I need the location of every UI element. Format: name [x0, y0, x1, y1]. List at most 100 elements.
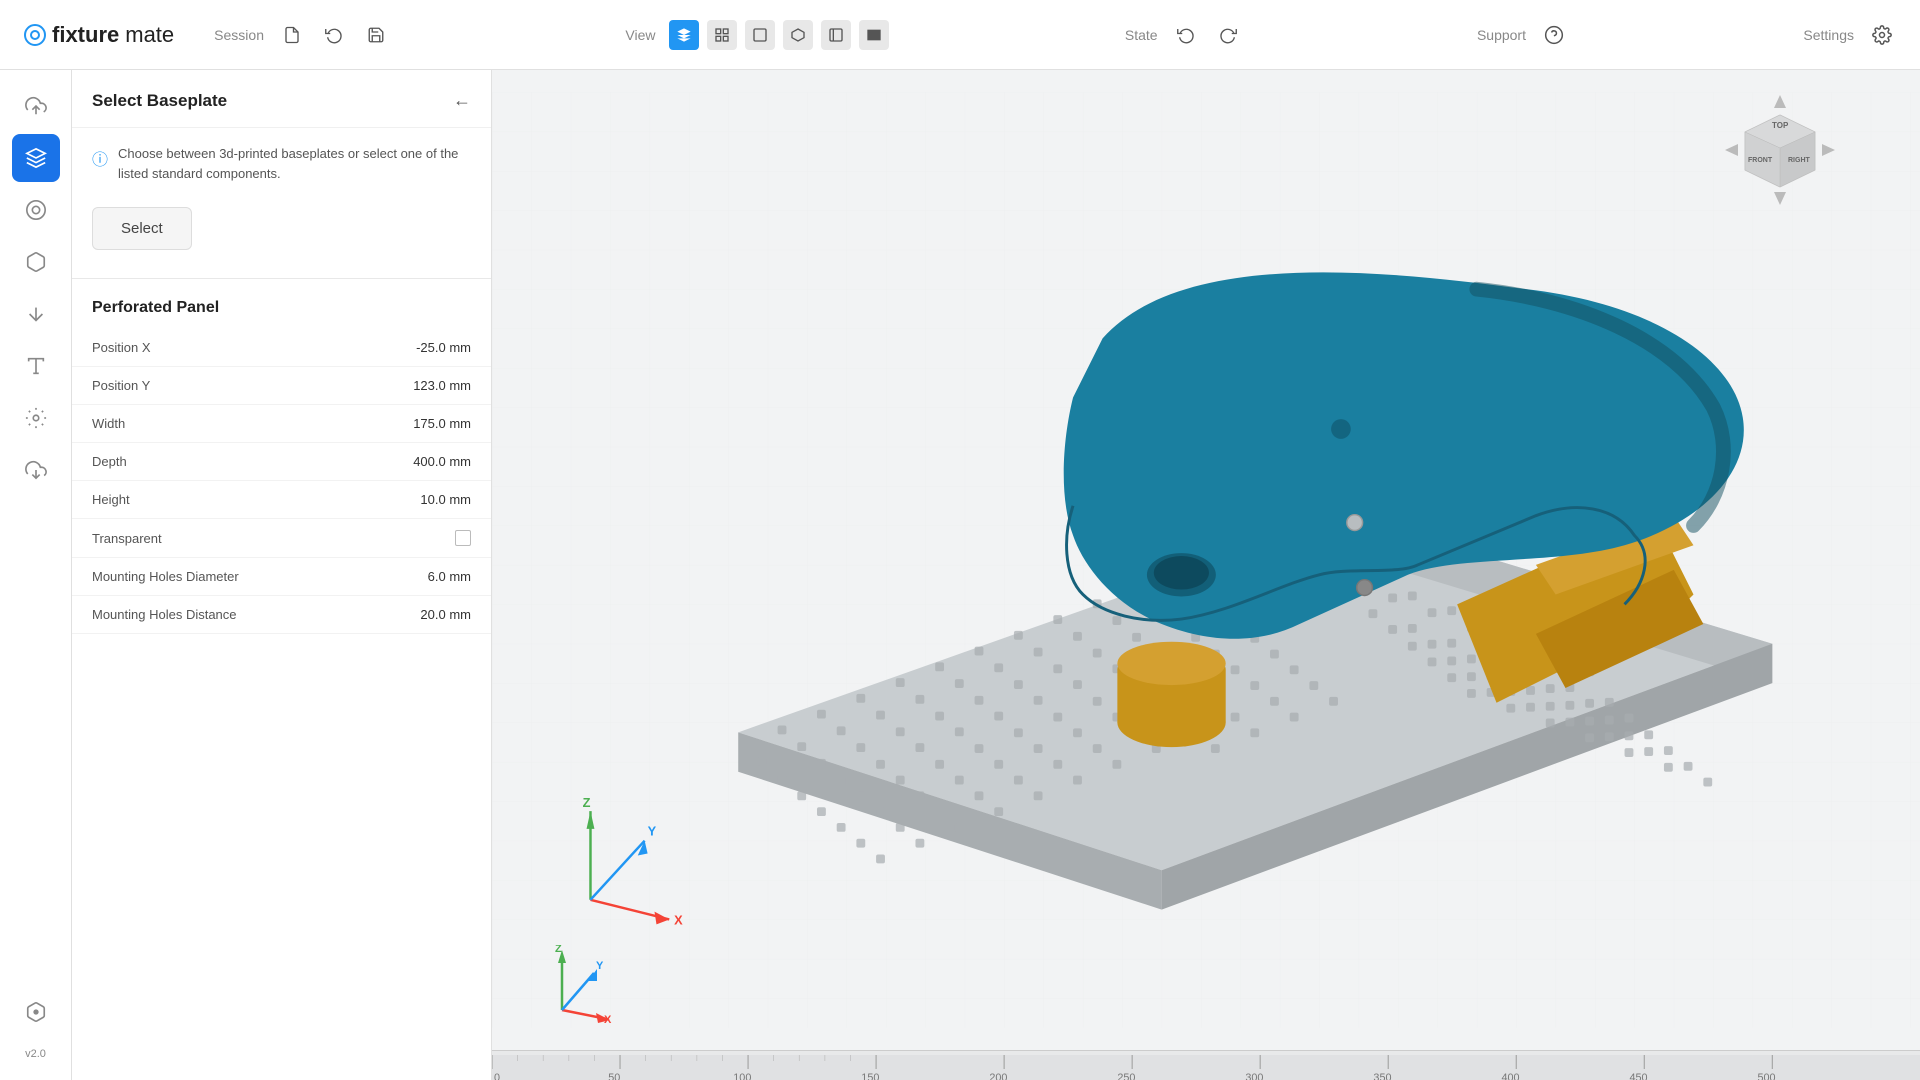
svg-text:50: 50 — [608, 1072, 620, 1080]
sidebar-item-support[interactable] — [12, 290, 60, 338]
view-label: View — [625, 27, 655, 43]
session-section: Session — [214, 21, 390, 49]
session-label: Session — [214, 27, 264, 43]
fit-view-icon[interactable] — [707, 20, 737, 50]
property-label-1: Position Y — [92, 378, 150, 393]
svg-text:500: 500 — [1758, 1072, 1776, 1080]
settings-section: Settings — [1803, 21, 1896, 49]
svg-text:100: 100 — [733, 1072, 751, 1080]
svg-text:FRONT: FRONT — [1748, 157, 1773, 164]
property-label-0: Position X — [92, 340, 151, 355]
support-label: Support — [1477, 27, 1526, 43]
state-label: State — [1125, 27, 1158, 43]
property-label-3: Depth — [92, 454, 127, 469]
settings-label: Settings — [1803, 27, 1854, 43]
sidebar-item-fixture[interactable] — [12, 394, 60, 442]
svg-text:350: 350 — [1373, 1072, 1391, 1080]
ruler-bottom: 0 50 100 150 200 250 300 350 400 450 — [492, 1050, 1920, 1080]
svg-text:400: 400 — [1501, 1072, 1519, 1080]
svg-text:RIGHT: RIGHT — [1788, 157, 1811, 164]
undo-icon[interactable] — [1172, 21, 1200, 49]
sidebar-item-upload[interactable] — [12, 82, 60, 130]
back-view-icon[interactable] — [859, 20, 889, 50]
svg-text:X: X — [604, 1014, 612, 1025]
svg-text:Z: Z — [555, 945, 562, 955]
settings-icon[interactable] — [1868, 21, 1896, 49]
right-view-icon[interactable] — [783, 20, 813, 50]
property-label-5: Transparent — [92, 531, 162, 546]
logo-icon — [24, 24, 46, 46]
save-icon[interactable] — [362, 21, 390, 49]
redo-icon[interactable] — [1214, 21, 1242, 49]
property-label-7: Mounting Holes Distance — [92, 607, 237, 622]
state-section: State — [1125, 21, 1242, 49]
view-cube-widget: TOP RIGHT FRONT — [1720, 90, 1840, 210]
info-icon: ⓘ — [92, 146, 108, 170]
section-divider — [72, 278, 491, 279]
property-row-4: Height 10.0 mm — [72, 481, 491, 519]
nav-up-arrow — [1774, 95, 1786, 108]
property-row-7: Mounting Holes Distance 20.0 mm — [72, 596, 491, 634]
front-view-icon[interactable] — [745, 20, 775, 50]
axis-gizmo: Z X Y — [532, 945, 612, 1030]
sidebar-item-layers[interactable] — [12, 134, 60, 182]
property-row-2: Width175.0 mm — [72, 405, 491, 443]
sidebar-item-download[interactable] — [12, 446, 60, 494]
svg-text:Y: Y — [648, 824, 657, 839]
property-row-0: Position X -25.0 mm — [72, 329, 491, 367]
sidebar-item-hex-settings[interactable] — [12, 988, 60, 1036]
nav-left-arrow — [1725, 144, 1738, 156]
property-label-4: Height — [92, 492, 130, 507]
support-section: Support — [1477, 21, 1568, 49]
property-row-1: Position Y 123.0 mm — [72, 367, 491, 405]
property-row-3: Depth 400.0 mm — [72, 443, 491, 481]
svg-text:Z: Z — [583, 795, 591, 810]
view-cubes — [669, 20, 889, 50]
3d-scene: Z X Y — [492, 70, 1920, 1050]
svg-text:200: 200 — [989, 1072, 1007, 1080]
property-row-5: Transparent — [72, 519, 491, 558]
property-value-1: 123.0 mm — [413, 378, 471, 393]
property-checkbox-5[interactable] — [455, 530, 471, 546]
svg-text:150: 150 — [861, 1072, 879, 1080]
topbar: fixturemate Session View — [0, 0, 1920, 70]
new-file-icon[interactable] — [278, 21, 306, 49]
property-label-2: Width — [92, 416, 125, 431]
perforated-panel-title: Perforated Panel — [72, 283, 491, 329]
svg-text:TOP: TOP — [1772, 121, 1789, 130]
panel-title: Select Baseplate — [92, 91, 227, 111]
viewport[interactable]: Z X Y TOP RIGHT — [492, 70, 1920, 1080]
solid-view-icon[interactable] — [669, 20, 699, 50]
properties-list: Position X -25.0 mm Position Y 123.0 mm Widt… — [72, 329, 491, 634]
svg-text:0: 0 — [494, 1072, 500, 1080]
logo-text-bold: fixture — [52, 22, 119, 48]
property-label-6: Mounting Holes Diameter — [92, 569, 239, 584]
side-panel: Select Baseplate ← ⓘ Choose between 3d-p… — [72, 70, 492, 1080]
help-icon[interactable] — [1540, 21, 1568, 49]
nav-down-arrow — [1774, 192, 1786, 205]
property-value-0: -25.0 mm — [416, 340, 471, 355]
panel-header: Select Baseplate ← — [72, 70, 491, 128]
view-section: View — [625, 20, 889, 50]
nav-right-arrow — [1822, 144, 1835, 156]
info-text: Choose between 3d-printed baseplates or … — [118, 144, 471, 183]
sidebar-item-text[interactable] — [12, 342, 60, 390]
svg-text:250: 250 — [1117, 1072, 1135, 1080]
property-value-7: 20.0 mm — [420, 607, 471, 622]
panel-info: ⓘ Choose between 3d-printed baseplates o… — [72, 128, 491, 199]
select-button[interactable]: Select — [92, 207, 192, 250]
left-view-icon[interactable] — [821, 20, 851, 50]
property-row-6: Mounting Holes Diameter6.0 mm — [72, 558, 491, 596]
sidebar-item-object[interactable] — [12, 186, 60, 234]
logo-text-light: mate — [125, 22, 174, 48]
main-area: v2.0 Select Baseplate ← ⓘ Choose between… — [0, 70, 1920, 1080]
svg-text:Y: Y — [596, 960, 604, 972]
sidebar-item-part[interactable] — [12, 238, 60, 286]
panel-back-button[interactable]: ← — [453, 90, 471, 111]
history-icon[interactable] — [320, 21, 348, 49]
property-value-3: 400.0 mm — [413, 454, 471, 469]
property-value-4: 10.0 mm — [420, 492, 471, 507]
svg-text:450: 450 — [1629, 1072, 1647, 1080]
svg-text:300: 300 — [1245, 1072, 1263, 1080]
sidebar-icons: v2.0 — [0, 70, 72, 1080]
